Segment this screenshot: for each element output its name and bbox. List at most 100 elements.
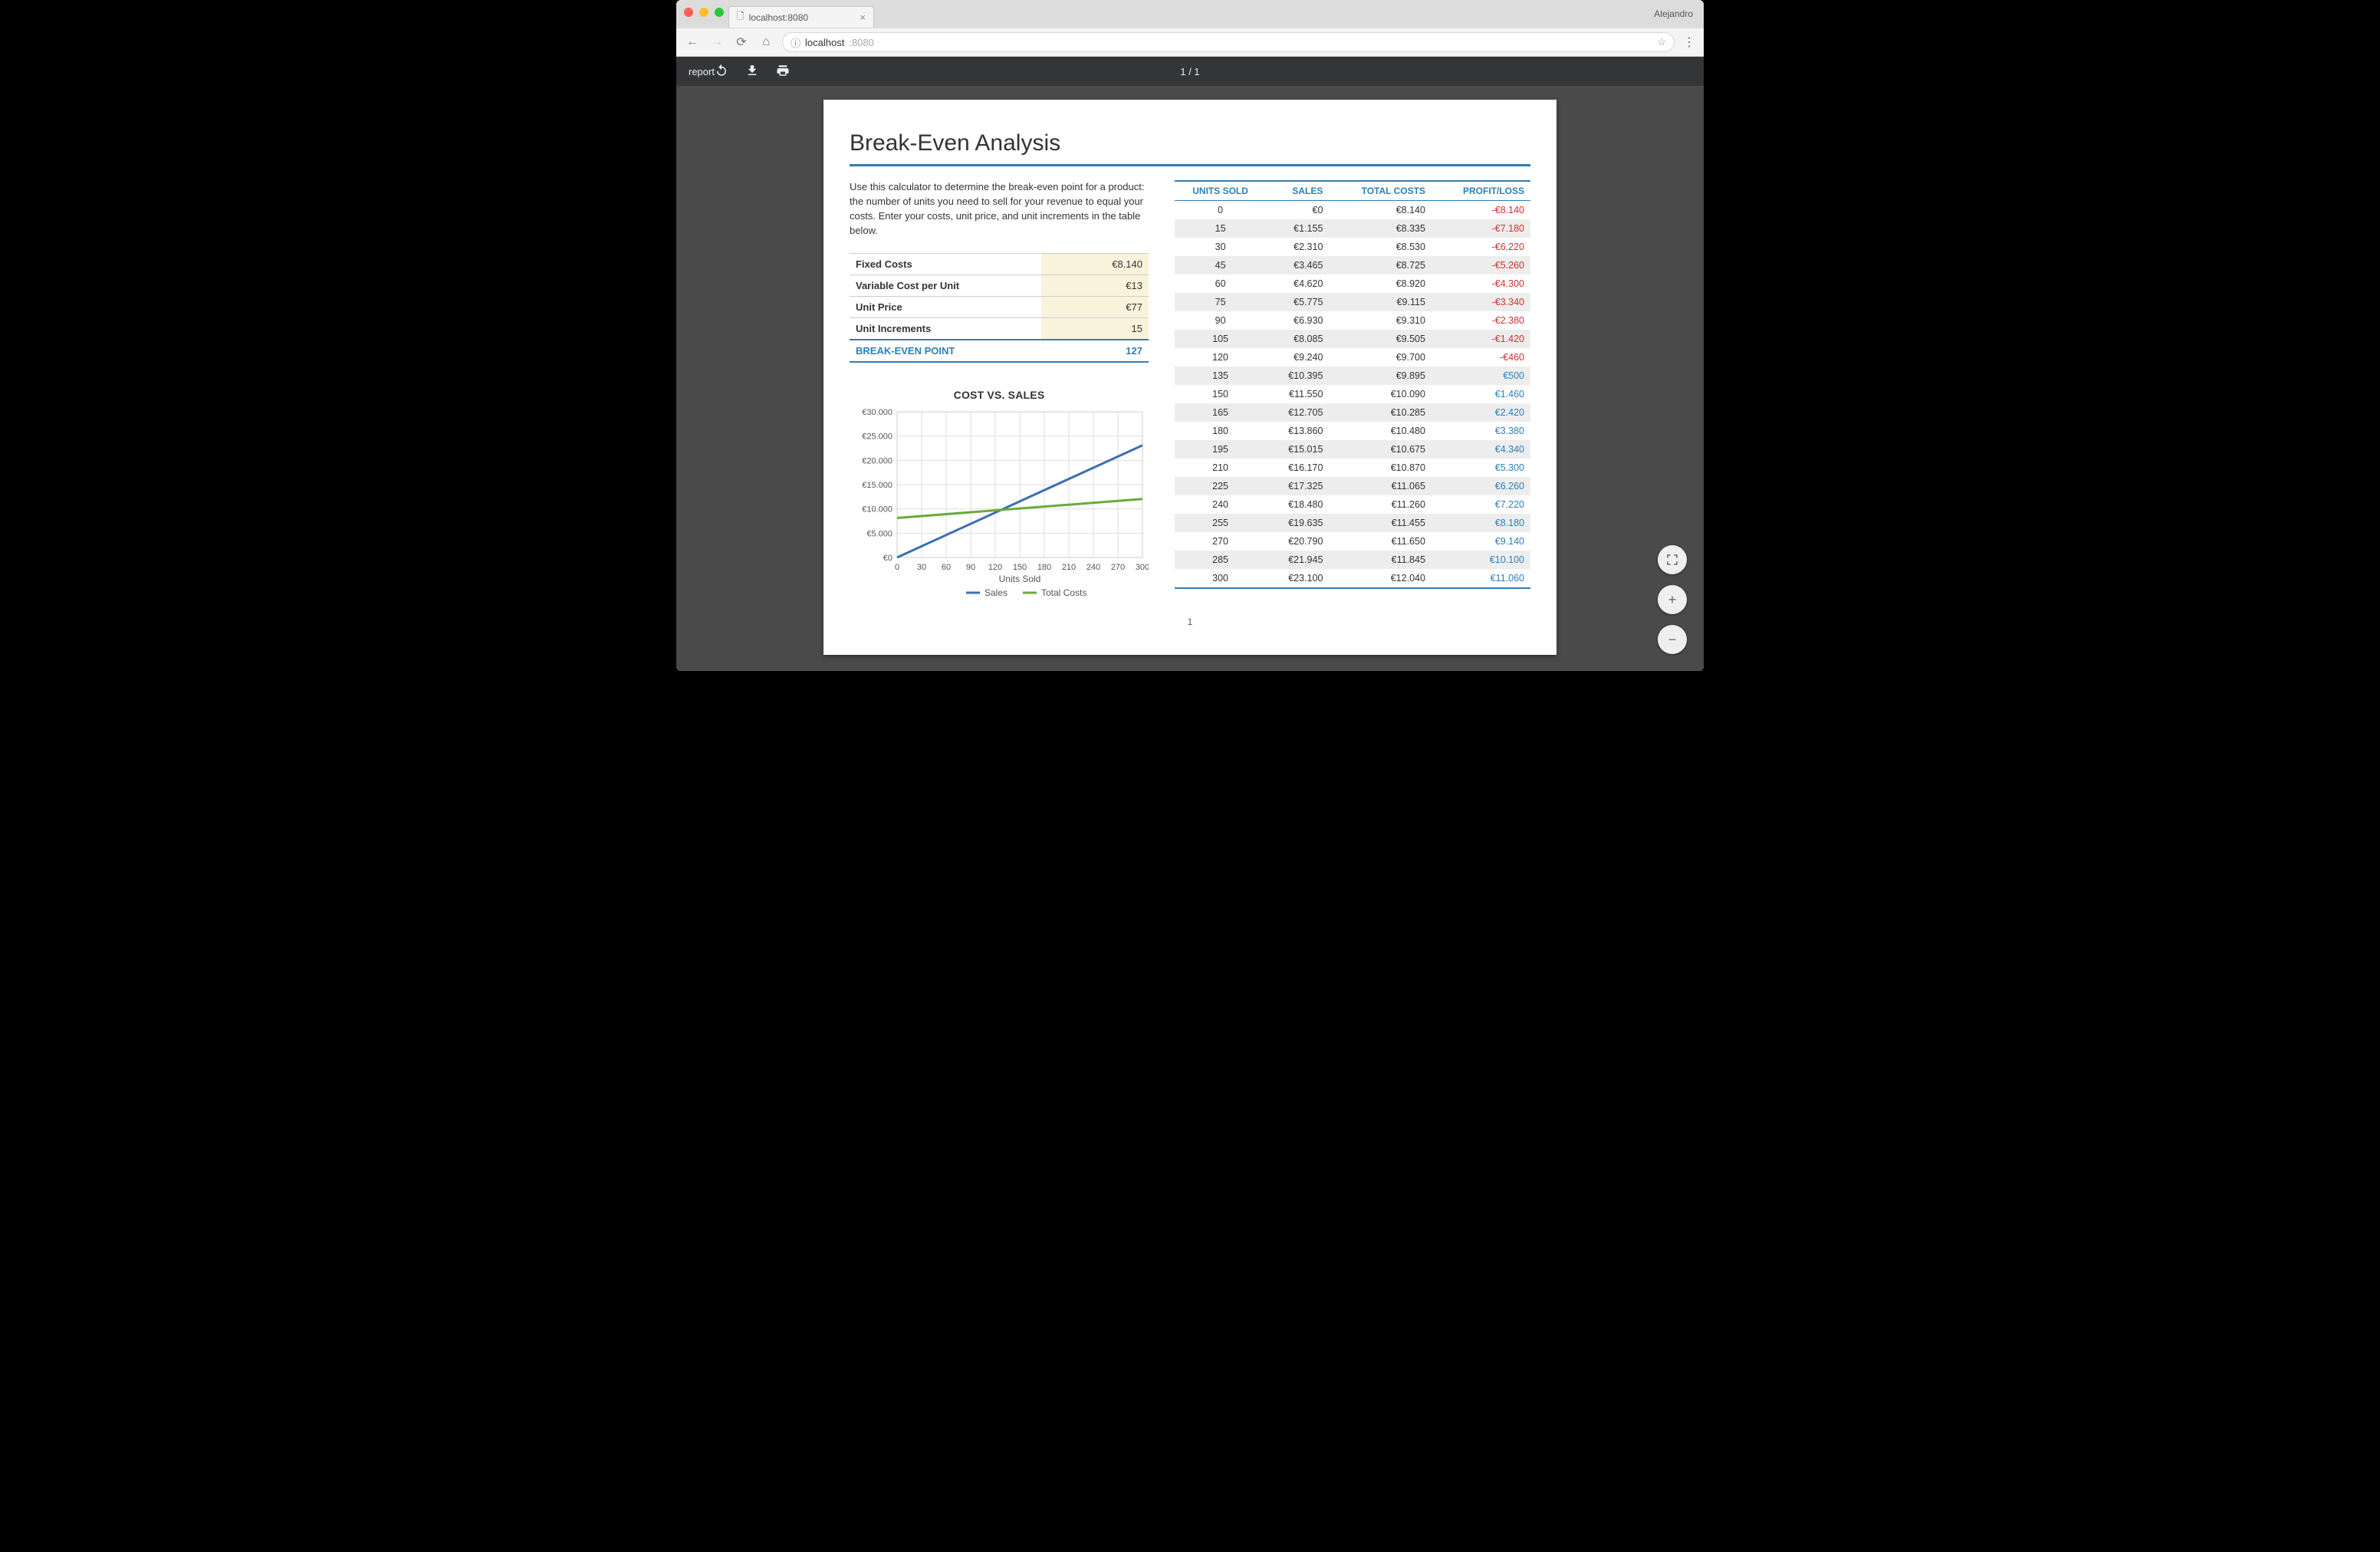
cell-pl: -€3.340 (1432, 293, 1530, 311)
close-window-button[interactable] (684, 8, 693, 17)
cell-units: 285 (1175, 551, 1266, 569)
doc-intro: Use this calculator to determine the bre… (850, 180, 1149, 238)
table-row: 270€20.790€11.650€9.140 (1175, 532, 1530, 551)
svg-text:30: 30 (917, 563, 926, 572)
print-icon[interactable] (776, 64, 790, 80)
cell-costs: €11.845 (1329, 551, 1432, 569)
table-row: 30€2.310€8.530-€6.220 (1175, 238, 1530, 256)
cell-costs: €8.335 (1329, 219, 1432, 238)
variable-cost-label: Variable Cost per Unit (850, 275, 1041, 297)
cell-units: 45 (1175, 256, 1266, 275)
forward-button[interactable]: → (708, 34, 725, 51)
svg-text:180: 180 (1037, 563, 1051, 572)
cell-units: 165 (1175, 403, 1266, 422)
svg-text:€10.000: €10.000 (862, 505, 893, 515)
doc-title: Break-Even Analysis (850, 130, 1530, 166)
cell-units: 90 (1175, 311, 1266, 330)
cell-sales: €8.085 (1266, 330, 1329, 348)
cell-sales: €2.310 (1266, 238, 1329, 256)
cell-pl: -€5.260 (1432, 256, 1530, 275)
cell-costs: €11.455 (1329, 514, 1432, 532)
fixed-costs-value: €8.140 (1041, 254, 1149, 275)
bep-value: 127 (1041, 340, 1149, 362)
maximize-window-button[interactable] (715, 8, 724, 17)
cell-pl: €8.180 (1432, 514, 1530, 532)
pdf-viewer: report 1 / 1 Break-Even Analysis Use thi… (676, 57, 1704, 671)
svg-text:240: 240 (1086, 563, 1100, 572)
cell-pl: €11.060 (1432, 569, 1530, 588)
col-costs: TOTAL COSTS (1329, 181, 1432, 201)
close-tab-button[interactable]: × (860, 12, 866, 23)
back-button[interactable]: ← (684, 34, 701, 51)
url-host: localhost (805, 37, 844, 48)
svg-text:€15.000: €15.000 (862, 481, 893, 490)
cell-pl: €2.420 (1432, 403, 1530, 422)
cell-costs: €8.725 (1329, 256, 1432, 275)
fit-page-button[interactable] (1658, 545, 1687, 574)
table-row: 60€4.620€8.920-€4.300 (1175, 275, 1530, 293)
cell-units: 75 (1175, 293, 1266, 311)
cell-costs: €11.260 (1329, 495, 1432, 514)
zoom-out-button[interactable]: − (1658, 625, 1687, 654)
cell-pl: -€4.300 (1432, 275, 1530, 293)
cell-costs: €9.115 (1329, 293, 1432, 311)
cell-sales: €11.550 (1266, 385, 1329, 403)
svg-text:€0: €0 (883, 554, 893, 563)
cell-pl: €9.140 (1432, 532, 1530, 551)
profile-name[interactable]: Alejandro (1654, 8, 1693, 19)
table-row: 240€18.480€11.260€7.220 (1175, 495, 1530, 514)
download-icon[interactable] (745, 64, 759, 80)
browser-toolbar: ← → ⟳ ⌂ ⓘ localhost:8080 ☆ ⋮ (676, 28, 1704, 57)
cell-pl: €1.460 (1432, 385, 1530, 403)
table-row: 135€10.395€9.895€500 (1175, 367, 1530, 385)
reload-button[interactable]: ⟳ (733, 34, 750, 51)
browser-tab-bar: 🗋 localhost:8080 × Alejandro (676, 0, 1704, 28)
cell-costs: €10.090 (1329, 385, 1432, 403)
fixed-costs-label: Fixed Costs (850, 254, 1041, 275)
bookmark-star-icon[interactable]: ☆ (1657, 36, 1666, 48)
data-table: UNITS SOLD SALES TOTAL COSTS PROFIT/LOSS… (1175, 180, 1530, 589)
cell-costs: €10.870 (1329, 459, 1432, 477)
table-row: 225€17.325€11.065€6.260 (1175, 477, 1530, 495)
cell-sales: €5.775 (1266, 293, 1329, 311)
cell-units: 15 (1175, 219, 1266, 238)
cell-units: 225 (1175, 477, 1266, 495)
zoom-in-button[interactable]: + (1658, 585, 1687, 614)
cell-pl: -€2.380 (1432, 311, 1530, 330)
rotate-icon[interactable] (715, 64, 728, 80)
cell-units: 105 (1175, 330, 1266, 348)
chart-title: COST VS. SALES (850, 389, 1149, 401)
page-icon: 🗋 (737, 9, 745, 25)
address-bar[interactable]: ⓘ localhost:8080 ☆ (782, 32, 1675, 52)
browser-menu-button[interactable]: ⋮ (1682, 35, 1696, 50)
cell-costs: €9.505 (1329, 330, 1432, 348)
svg-text:€25.000: €25.000 (862, 432, 893, 442)
svg-text:90: 90 (966, 563, 975, 572)
info-icon: ⓘ (791, 35, 800, 50)
page-number: 1 (850, 617, 1530, 627)
cell-costs: €10.480 (1329, 422, 1432, 440)
pdf-page: Break-Even Analysis Use this calculator … (823, 100, 1557, 655)
table-row: 285€21.945€11.845€10.100 (1175, 551, 1530, 569)
cell-pl: €5.300 (1432, 459, 1530, 477)
cell-sales: €10.395 (1266, 367, 1329, 385)
cost-vs-sales-chart: €0€5.000€10.000€15.000€20.000€25.000€30.… (850, 406, 1149, 597)
browser-tab[interactable]: 🗋 localhost:8080 × (728, 6, 874, 28)
svg-text:Total Costs: Total Costs (1041, 587, 1086, 597)
table-row: 210€16.170€10.870€5.300 (1175, 459, 1530, 477)
minimize-window-button[interactable] (699, 8, 708, 17)
pdf-toolbar: report 1 / 1 (676, 57, 1704, 86)
cell-sales: €17.325 (1266, 477, 1329, 495)
home-button[interactable]: ⌂ (758, 34, 774, 51)
cell-units: 60 (1175, 275, 1266, 293)
cell-costs: €9.310 (1329, 311, 1432, 330)
table-row: 15€1.155€8.335-€7.180 (1175, 219, 1530, 238)
pdf-page-scroll[interactable]: Break-Even Analysis Use this calculator … (676, 86, 1704, 671)
cell-units: 300 (1175, 569, 1266, 588)
table-row: 150€11.550€10.090€1.460 (1175, 385, 1530, 403)
cell-sales: €13.860 (1266, 422, 1329, 440)
table-row: 165€12.705€10.285€2.420 (1175, 403, 1530, 422)
cell-pl: -€7.180 (1432, 219, 1530, 238)
cell-costs: €11.065 (1329, 477, 1432, 495)
table-row: 75€5.775€9.115-€3.340 (1175, 293, 1530, 311)
